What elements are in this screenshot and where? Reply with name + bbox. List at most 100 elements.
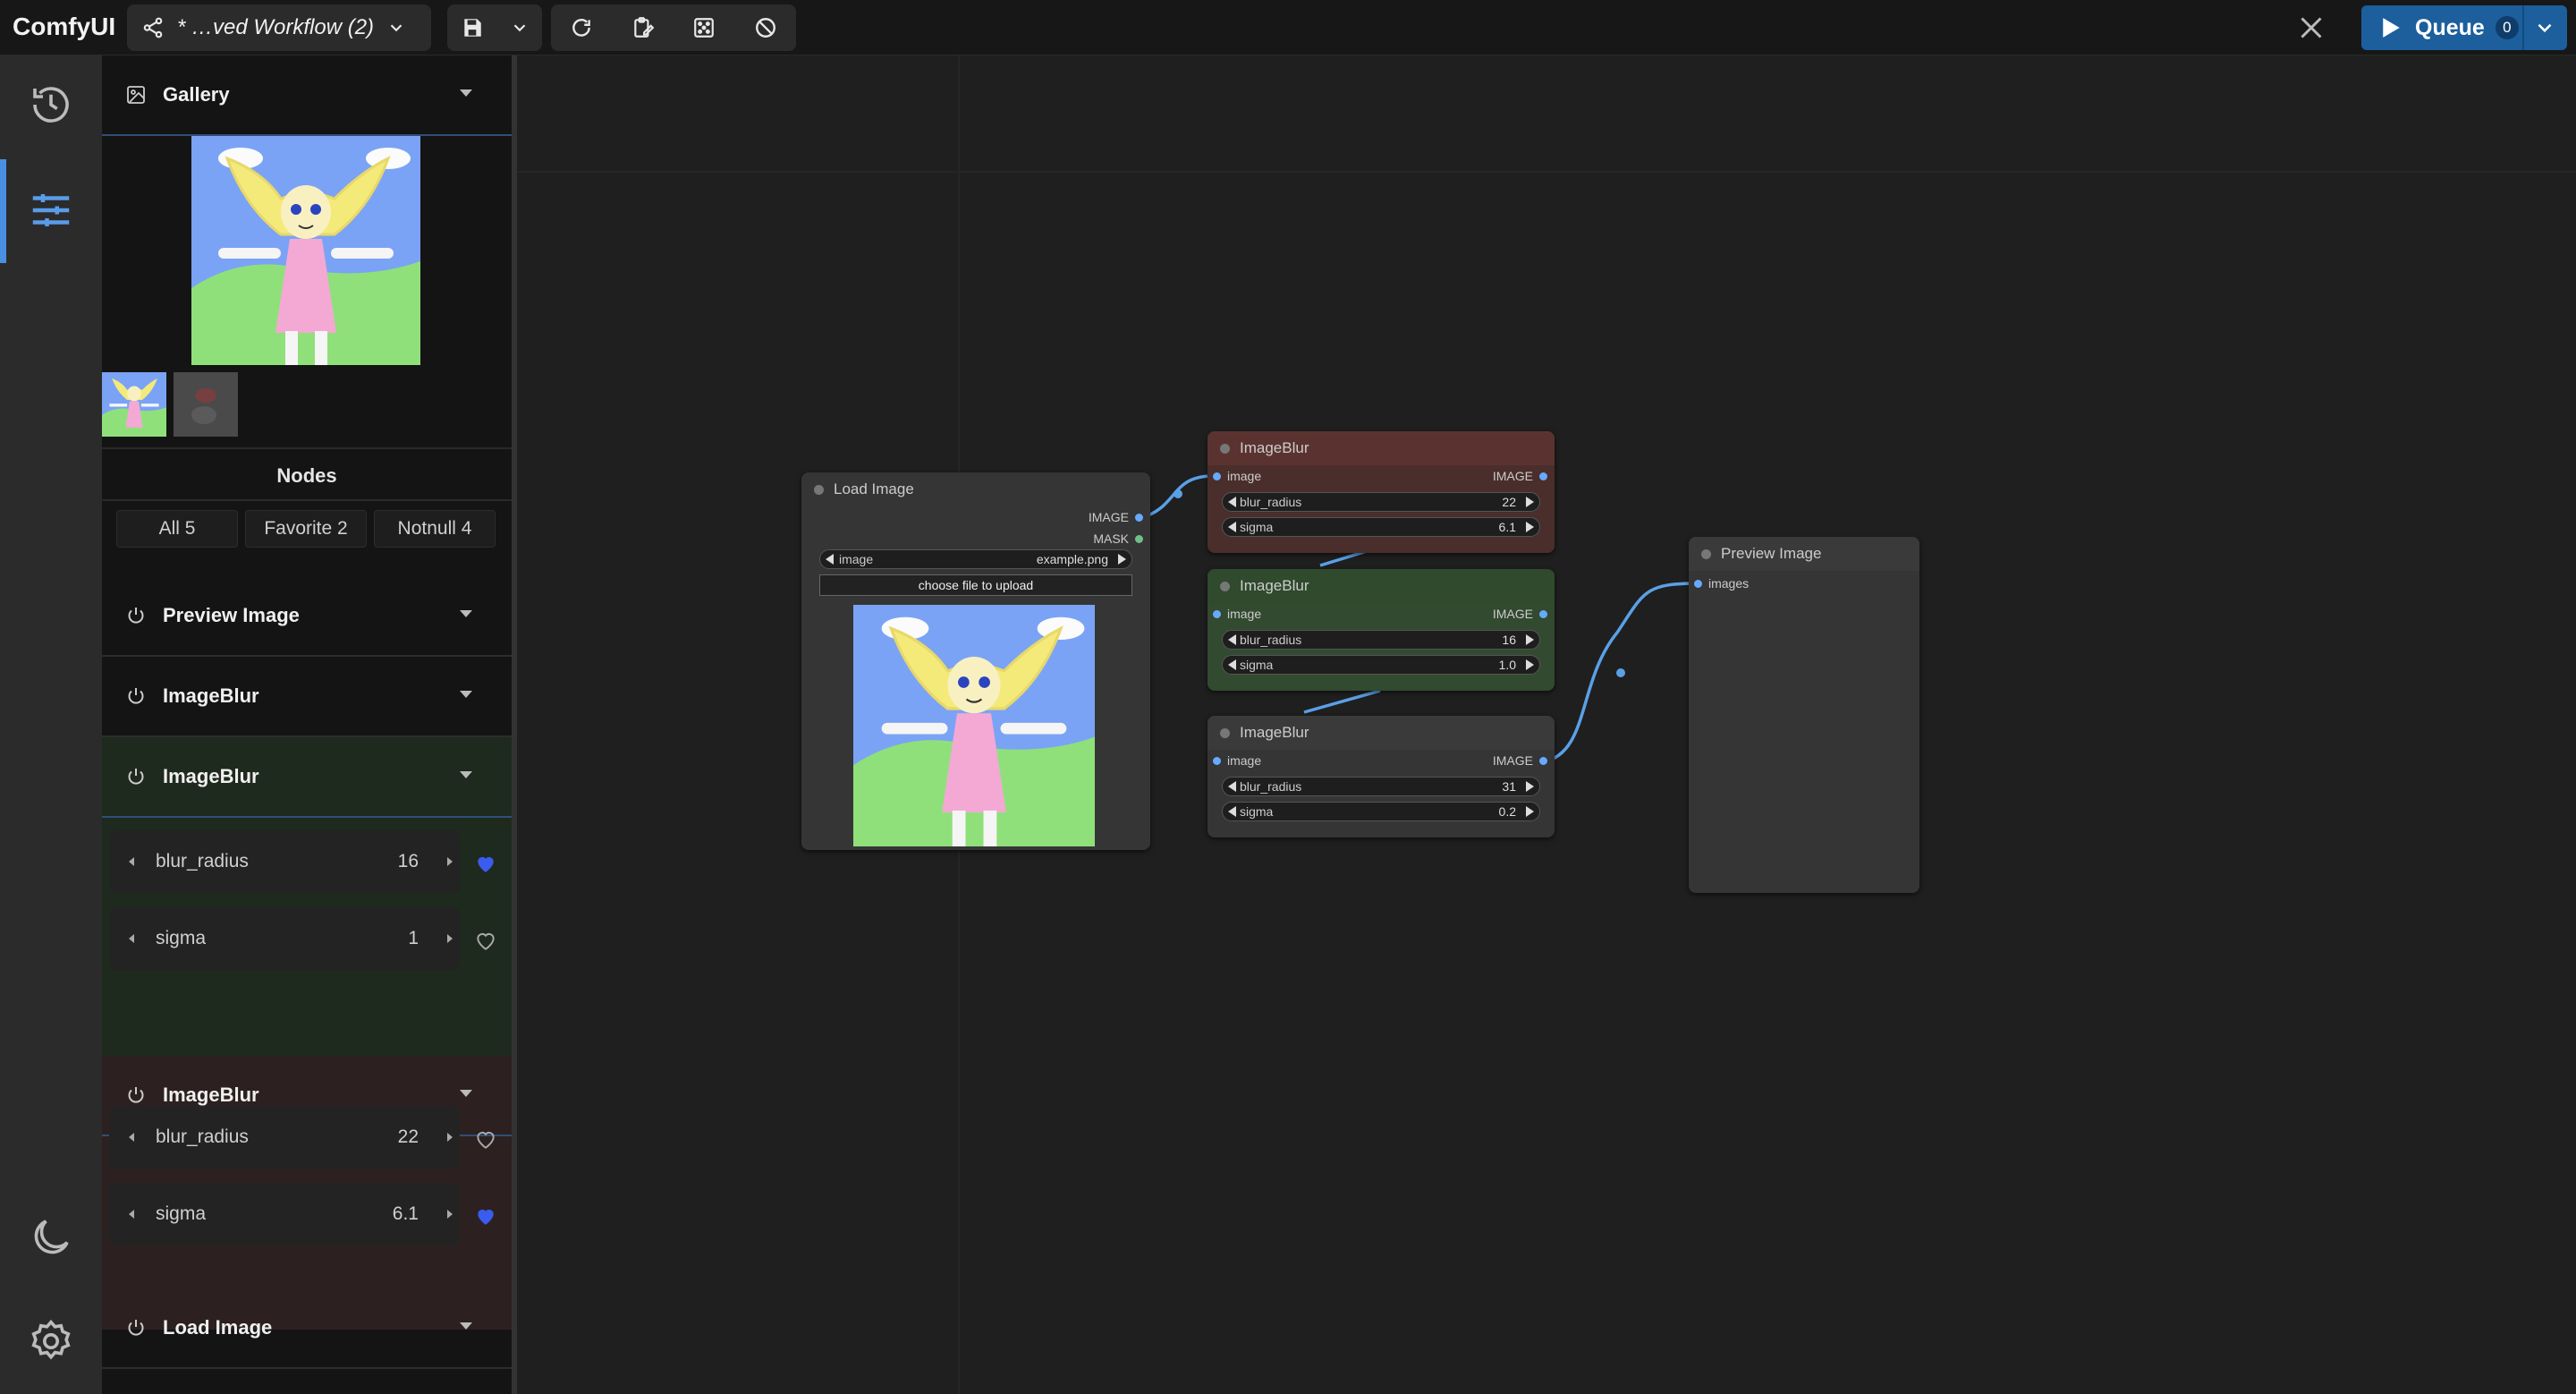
power-icon[interactable] <box>125 685 147 707</box>
decrement-arrow[interactable] <box>1228 781 1236 792</box>
refresh-icon[interactable] <box>570 16 593 39</box>
power-icon[interactable] <box>125 1084 147 1106</box>
sliders-icon[interactable] <box>27 186 75 234</box>
collapse-dot[interactable] <box>814 485 824 495</box>
increment-arrow[interactable] <box>1526 634 1534 645</box>
increment-arrow[interactable] <box>1118 554 1126 565</box>
filter-notnull[interactable]: Notnull 4 <box>374 510 496 548</box>
gallery-thumbnail[interactable] <box>102 372 166 437</box>
increment-arrow[interactable] <box>447 934 453 943</box>
heart-outline-icon[interactable] <box>474 929 497 952</box>
heart-filled-icon[interactable] <box>474 1204 497 1228</box>
decrement-arrow[interactable] <box>826 554 834 565</box>
gallery-thumbnail-blurred[interactable] <box>174 372 238 437</box>
heart-outline-icon[interactable] <box>474 1127 497 1151</box>
decrement-arrow[interactable] <box>1228 497 1236 507</box>
collapse-dot[interactable] <box>1220 444 1230 454</box>
decrement-arrow[interactable] <box>1228 634 1236 645</box>
power-icon[interactable] <box>125 1317 147 1339</box>
collapse-dot[interactable] <box>1220 582 1230 591</box>
output-slot[interactable] <box>1539 472 1547 480</box>
sigma-widget[interactable]: sigma 0.2 <box>1222 802 1540 821</box>
upload-button[interactable]: choose file to upload <box>819 574 1132 596</box>
chevron-down-icon[interactable] <box>2533 16 2556 39</box>
node-title-bar[interactable]: Load Image <box>801 472 1150 506</box>
increment-arrow[interactable] <box>1526 522 1534 532</box>
node-title-bar[interactable]: Preview Image <box>1689 537 1919 571</box>
save-icon[interactable] <box>461 16 484 39</box>
node-imageblur-green[interactable]: ImageBlur image IMAGE blur_radius 16 sig… <box>1208 569 1555 691</box>
widget-blur-radius[interactable]: blur_radius 22 <box>109 1106 460 1169</box>
output-slot[interactable] <box>1135 535 1143 543</box>
sigma-widget[interactable]: sigma 6.1 <box>1222 517 1540 537</box>
node-imageblur-red[interactable]: ImageBlur image IMAGE blur_radius 22 sig… <box>1208 431 1555 553</box>
increment-arrow[interactable] <box>1526 781 1534 792</box>
input-slot[interactable] <box>1213 757 1221 765</box>
increment-arrow[interactable] <box>1526 806 1534 817</box>
heart-filled-icon[interactable] <box>474 852 497 875</box>
decrement-arrow[interactable] <box>129 1210 134 1219</box>
filter-favorite[interactable]: Favorite 2 <box>245 510 367 548</box>
chevron-down-icon[interactable] <box>510 18 530 38</box>
node-section-imageblur-green[interactable]: ImageBlur <box>102 737 512 818</box>
increment-arrow[interactable] <box>447 1133 453 1142</box>
fit-view-icon[interactable] <box>692 16 716 39</box>
chevron-down-icon[interactable] <box>460 1322 472 1330</box>
node-title-bar[interactable]: ImageBlur <box>1208 431 1555 465</box>
blur-radius-widget[interactable]: blur_radius 31 <box>1222 777 1540 796</box>
widget-sigma[interactable]: sigma 1 <box>109 907 460 970</box>
image-combo-widget[interactable]: image example.png <box>819 549 1132 569</box>
gallery-main-image[interactable] <box>191 136 420 365</box>
widget-sigma[interactable]: sigma 6.1 <box>109 1183 460 1245</box>
decrement-arrow[interactable] <box>129 1133 134 1142</box>
gallery-header[interactable]: Gallery <box>102 55 512 136</box>
collapse-dot[interactable] <box>1701 549 1711 559</box>
decrement-arrow[interactable] <box>129 934 134 943</box>
input-slot[interactable] <box>1213 472 1221 480</box>
power-icon[interactable] <box>125 766 147 787</box>
filter-all[interactable]: All 5 <box>116 510 238 548</box>
graph-canvas[interactable]: Load Image IMAGE MASK image example.png … <box>517 55 2576 1394</box>
moon-icon[interactable] <box>27 1213 75 1262</box>
decrement-arrow[interactable] <box>129 857 134 866</box>
output-slot[interactable] <box>1135 514 1143 522</box>
chevron-down-icon[interactable] <box>460 771 472 778</box>
node-section-imageblur[interactable]: ImageBlur <box>102 657 512 737</box>
increment-arrow[interactable] <box>1526 497 1534 507</box>
increment-arrow[interactable] <box>447 857 453 866</box>
close-icon[interactable] <box>2295 12 2327 44</box>
input-slot[interactable] <box>1694 580 1702 588</box>
history-icon[interactable] <box>27 81 75 129</box>
node-title-bar[interactable]: ImageBlur <box>1208 569 1555 603</box>
cancel-icon[interactable] <box>754 16 777 39</box>
output-slot[interactable] <box>1539 610 1547 618</box>
decrement-arrow[interactable] <box>1228 659 1236 670</box>
gear-icon[interactable] <box>27 1317 75 1365</box>
sigma-widget[interactable]: sigma 1.0 <box>1222 655 1540 675</box>
increment-arrow[interactable] <box>447 1210 453 1219</box>
collapse-dot[interactable] <box>1220 728 1230 738</box>
clipboard-edit-icon[interactable] <box>631 16 655 39</box>
queue-button[interactable]: Queue 0 <box>2361 5 2567 50</box>
node-section-label: ImageBlur <box>163 684 259 707</box>
node-preview-image[interactable]: Preview Image images <box>1689 537 1919 893</box>
node-imageblur-gray[interactable]: ImageBlur image IMAGE blur_radius 31 sig… <box>1208 716 1555 837</box>
output-slot[interactable] <box>1539 757 1547 765</box>
widget-blur-radius[interactable]: blur_radius 16 <box>109 830 460 893</box>
power-icon[interactable] <box>125 605 147 626</box>
blur-radius-widget[interactable]: blur_radius 22 <box>1222 492 1540 512</box>
workflow-tab[interactable]: * …ved Workflow (2) <box>127 4 431 51</box>
node-section-load-image[interactable]: Load Image <box>102 1288 512 1369</box>
decrement-arrow[interactable] <box>1228 806 1236 817</box>
chevron-down-icon[interactable] <box>460 610 472 617</box>
chevron-down-icon[interactable] <box>460 89 472 97</box>
node-title-bar[interactable]: ImageBlur <box>1208 716 1555 750</box>
decrement-arrow[interactable] <box>1228 522 1236 532</box>
input-slot[interactable] <box>1213 610 1221 618</box>
chevron-down-icon[interactable] <box>460 1090 472 1097</box>
chevron-down-icon[interactable] <box>460 691 472 698</box>
node-load-image[interactable]: Load Image IMAGE MASK image example.png … <box>801 472 1150 850</box>
node-section-preview-image[interactable]: Preview Image <box>102 576 512 657</box>
increment-arrow[interactable] <box>1526 659 1534 670</box>
blur-radius-widget[interactable]: blur_radius 16 <box>1222 630 1540 650</box>
